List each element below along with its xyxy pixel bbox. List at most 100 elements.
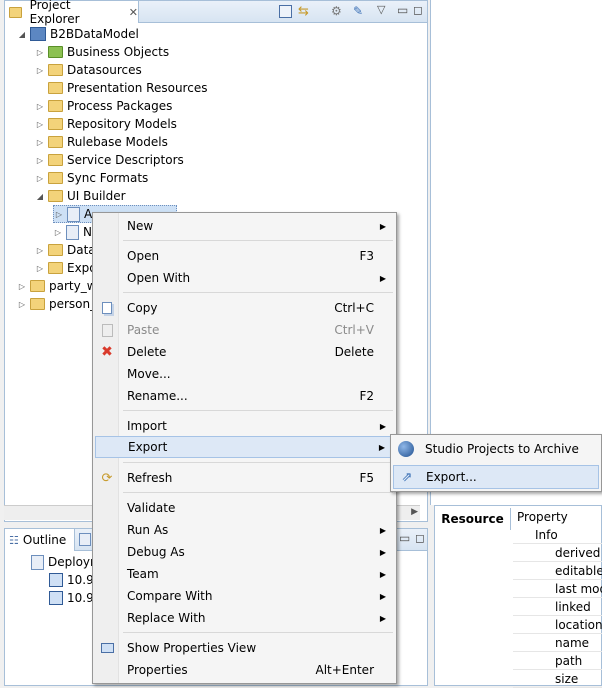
property-row[interactable]: linked xyxy=(513,598,602,616)
menu-item-open[interactable]: Open F3 xyxy=(95,245,394,267)
menu-item-properties[interactable]: Properties Alt+Enter xyxy=(95,659,394,681)
tab-resource[interactable]: Resource xyxy=(435,508,511,530)
menu-item-refresh[interactable]: ⟳ Refresh F5 xyxy=(95,467,394,489)
property-row[interactable]: last modi xyxy=(513,580,602,598)
menu-item-open-with[interactable]: Open With ▶ xyxy=(95,267,394,289)
menu-item-run-as[interactable]: Run As ▶ xyxy=(95,519,394,541)
collapsed-twisty-icon[interactable]: ▷ xyxy=(35,155,45,165)
menu-item-replace-with[interactable]: Replace With ▶ xyxy=(95,607,394,629)
sync-formats-folder-icon xyxy=(48,172,63,184)
tree-item-data-partial[interactable]: ▷ Data xyxy=(35,241,96,259)
tree-item-root-project[interactable]: ◢ B2BDataModel xyxy=(17,25,139,43)
tree-item-project-party[interactable]: ▷ party_w xyxy=(17,277,97,295)
collapse-all-icon[interactable] xyxy=(279,5,292,18)
property-row[interactable]: editable xyxy=(513,562,602,580)
minimize-icon[interactable]: ▭ xyxy=(397,3,408,17)
collapsed-twisty-icon[interactable]: ▷ xyxy=(35,137,45,147)
property-row[interactable]: name xyxy=(513,634,602,652)
menu-item-label: Delete xyxy=(127,345,167,359)
collapsed-twisty-icon[interactable]: ▷ xyxy=(17,299,27,309)
folder-icon xyxy=(48,262,63,274)
close-icon[interactable]: ✕ xyxy=(129,6,138,19)
collapsed-twisty-icon[interactable]: ▷ xyxy=(17,281,27,291)
expanded-twisty-icon[interactable]: ◢ xyxy=(17,29,27,39)
menu-item-team[interactable]: Team ▶ xyxy=(95,563,394,585)
collapsed-twisty-icon[interactable]: ▷ xyxy=(35,245,45,255)
collapsed-twisty-icon[interactable]: ▷ xyxy=(35,263,45,273)
paste-icon xyxy=(99,322,115,338)
maximize-icon[interactable]: ◻ xyxy=(415,531,425,545)
collapsed-twisty-icon[interactable]: ▷ xyxy=(35,65,45,75)
project-folder-icon xyxy=(30,298,45,310)
project-explorer-tabbar: Project Explorer ✕ ⇆ ⚙ ✎ ▽ ▭ ◻ xyxy=(5,0,427,26)
tree-item-sync-formats[interactable]: ▷ Sync Formats xyxy=(35,169,148,187)
tree-item-datasources[interactable]: ▷ Datasources xyxy=(35,61,142,79)
tree-item-export-partial[interactable]: ▷ Expo xyxy=(35,259,97,277)
tree-item-process-packages[interactable]: ▷ Process Packages xyxy=(35,97,172,115)
pin-icon[interactable]: ✎ xyxy=(353,4,363,18)
collapsed-twisty-icon[interactable]: ▷ xyxy=(35,173,45,183)
submenu-arrow-icon: ▶ xyxy=(379,547,386,557)
menu-item-paste[interactable]: Paste Ctrl+V xyxy=(95,319,394,341)
property-name: path xyxy=(555,653,583,668)
minimize-icon[interactable]: ▭ xyxy=(399,531,410,545)
tree-item-ui-builder-second[interactable]: ▷ N xyxy=(53,223,92,241)
refresh-icon: ⟳ xyxy=(101,470,113,486)
tab-project-explorer[interactable]: Project Explorer ✕ xyxy=(5,0,139,26)
tree-item-label: Service Descriptors xyxy=(67,153,184,167)
tree-item-ui-builder[interactable]: ◢ UI Builder xyxy=(35,187,126,205)
link-with-editor-icon[interactable]: ⇆ xyxy=(298,4,309,19)
menu-item-label: Debug As xyxy=(127,545,185,559)
menu-item-label: New xyxy=(127,219,154,233)
menu-item-move[interactable]: Move... xyxy=(95,363,394,385)
property-row[interactable]: location xyxy=(513,616,602,634)
collapsed-twisty-icon[interactable]: ▷ xyxy=(54,209,64,219)
maximize-icon[interactable]: ◻ xyxy=(413,3,423,17)
property-group-info[interactable]: Info xyxy=(513,526,602,544)
property-row[interactable]: derived xyxy=(513,544,602,562)
menu-separator xyxy=(123,492,393,493)
menu-item-export[interactable]: Export ▶ xyxy=(95,436,394,458)
collapsed-twisty-icon[interactable]: ▷ xyxy=(35,119,45,129)
menu-item-show-properties-view[interactable]: Show Properties View xyxy=(95,637,394,659)
tree-item-business-objects[interactable]: ▷ Business Objects xyxy=(35,43,169,61)
view-menu-icon[interactable]: ▽ xyxy=(377,3,385,16)
tree-item-presentation-resources[interactable]: Presentation Resources xyxy=(48,79,207,97)
menu-item-copy[interactable]: Copy Ctrl+C xyxy=(95,297,394,319)
service-descriptors-folder-icon xyxy=(48,154,63,166)
menu-item-export-wizard[interactable]: ⇗ Export... xyxy=(393,465,599,489)
menu-item-rename[interactable]: Rename... F2 xyxy=(95,385,394,407)
tree-item-label: Process Packages xyxy=(67,99,173,113)
tree-item-service-descriptors[interactable]: ▷ Service Descriptors xyxy=(35,151,184,169)
expanded-twisty-icon[interactable]: ◢ xyxy=(35,191,45,201)
outline-item[interactable]: 10.9 xyxy=(49,589,94,607)
filter-icon[interactable]: ⚙ xyxy=(331,4,342,18)
menu-item-delete[interactable]: ✖ Delete Delete xyxy=(95,341,394,363)
tab-outline[interactable]: ☷ Outline xyxy=(5,529,75,551)
menu-item-validate[interactable]: Validate xyxy=(95,497,394,519)
property-row[interactable]: path xyxy=(513,652,602,670)
collapsed-twisty-icon[interactable]: ▷ xyxy=(35,47,45,57)
submenu-arrow-icon: ▶ xyxy=(379,613,386,623)
server-icon xyxy=(49,573,63,587)
secondary-tab-icon[interactable] xyxy=(79,533,91,546)
collapsed-twisty-icon[interactable]: ▷ xyxy=(53,227,63,237)
outline-item[interactable]: 10.9 xyxy=(49,571,94,589)
menu-item-studio-projects-to-archive[interactable]: Studio Projects to Archive xyxy=(393,437,599,461)
menu-item-shortcut: F2 xyxy=(359,389,374,403)
property-column-header: Property xyxy=(517,510,568,524)
tree-item-project-person[interactable]: ▷ person_ xyxy=(17,295,96,313)
menu-item-debug-as[interactable]: Debug As ▶ xyxy=(95,541,394,563)
collapsed-twisty-icon[interactable]: ▷ xyxy=(35,101,45,111)
menu-item-label: Open With xyxy=(127,271,191,285)
menu-item-compare-with[interactable]: Compare With ▶ xyxy=(95,585,394,607)
tree-item-repository-models[interactable]: ▷ Repository Models xyxy=(35,115,177,133)
menu-item-label: Studio Projects to Archive xyxy=(425,442,579,456)
outline-item-label: 10.9 xyxy=(67,573,94,587)
menu-item-shortcut: Ctrl+V xyxy=(334,323,374,337)
menu-item-import[interactable]: Import ▶ xyxy=(95,415,394,437)
property-row[interactable]: size xyxy=(513,670,602,688)
tree-item-rulebase-models[interactable]: ▷ Rulebase Models xyxy=(35,133,168,151)
menu-item-new[interactable]: New ▶ xyxy=(95,215,394,237)
scroll-right-icon[interactable]: ▶ xyxy=(411,507,418,517)
